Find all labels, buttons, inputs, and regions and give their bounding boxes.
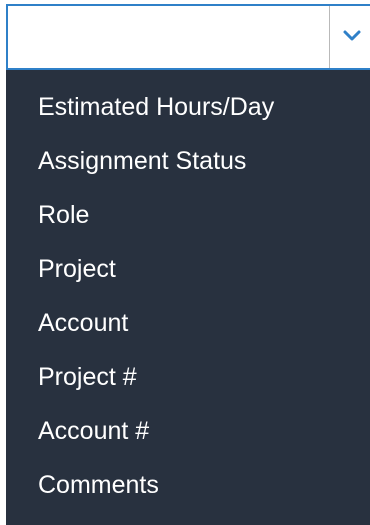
menu-item-assignment-status[interactable]: Assignment Status — [6, 134, 370, 188]
menu-item-comments[interactable]: Comments — [6, 458, 370, 512]
chevron-down-icon[interactable] — [342, 26, 362, 46]
select-divider — [329, 6, 330, 68]
dropdown-menu: Estimated Hours/Day Assignment Status Ro… — [6, 70, 370, 525]
screen-root: Estimated Hours/Day Assignment Status Ro… — [0, 0, 370, 525]
column-select-field[interactable] — [6, 4, 370, 70]
menu-item-estimated-hours-day[interactable]: Estimated Hours/Day — [6, 80, 370, 134]
menu-item-account[interactable]: Account — [6, 296, 370, 350]
menu-item-project[interactable]: Project — [6, 242, 370, 296]
menu-item-project-number[interactable]: Project # — [6, 350, 370, 404]
menu-item-role[interactable]: Role — [6, 188, 370, 242]
menu-item-account-number[interactable]: Account # — [6, 404, 370, 458]
